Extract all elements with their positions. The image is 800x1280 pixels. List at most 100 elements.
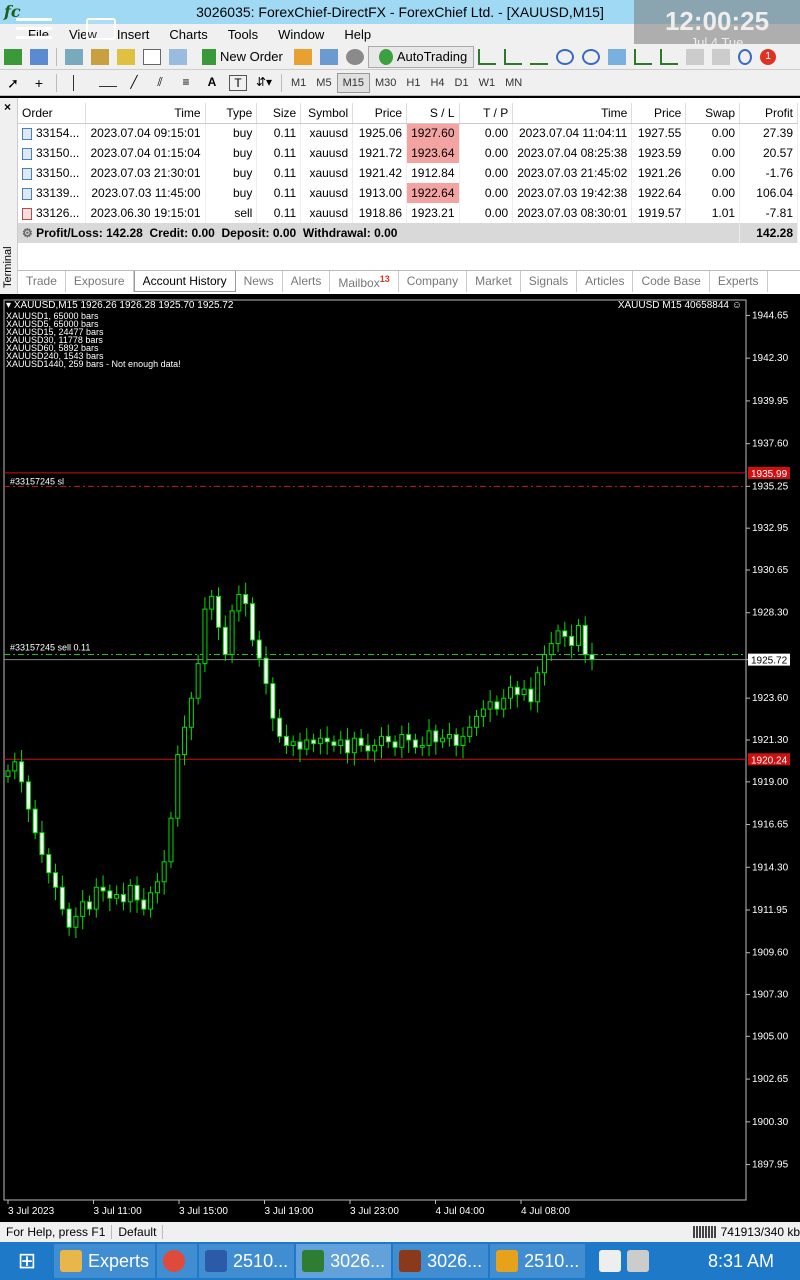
tab-articles[interactable]: Articles [577,271,634,292]
task-experts[interactable]: Experts [54,1244,156,1278]
tf-h1[interactable]: H1 [401,74,425,92]
candle [53,872,59,888]
order-id: 33150... [36,146,80,160]
chart-shift-icon[interactable] [634,48,653,65]
windows-start-icon[interactable]: ⊞ [0,1248,54,1274]
zoom-out-icon[interactable] [582,48,601,65]
tf-mn[interactable]: MN [500,74,527,92]
line-chart-icon[interactable] [530,49,549,65]
chart-info: ▾ XAUUSD,M15 1926.26 1926.28 1925.70 192… [6,300,233,369]
tab-trade[interactable]: Trade [18,271,66,292]
bar-chart-icon[interactable] [478,48,497,65]
new-order-button[interactable]: New Order [191,46,290,68]
menu-tools[interactable]: Tools [218,27,268,42]
tf-m5[interactable]: M5 [311,74,336,92]
col-size[interactable]: Size [256,103,302,124]
tab-news[interactable]: News [236,271,283,292]
tab-exposure[interactable]: Exposure [66,271,134,292]
y-tick-label: 1937.60 [752,439,789,450]
tab-alerts[interactable]: Alerts [283,271,331,292]
col-tp[interactable]: T / P [459,103,514,124]
indicators-icon[interactable] [686,48,705,65]
table-row[interactable]: 33150... 2023.07.04 01:15:04 buy 0.11 xauusd… [18,143,798,163]
keyboard-icon[interactable] [86,18,116,40]
cell-symbol: xauusd [300,143,354,163]
new-chart-icon[interactable] [4,48,22,65]
metaeditor-icon[interactable] [293,48,312,65]
tab-code-base[interactable]: Code Base [633,271,710,292]
arrows-dropdown-icon[interactable]: ⇵▾ [255,75,273,91]
close-icon[interactable]: × [4,100,11,114]
col-swap[interactable]: Swap [685,103,741,124]
tf-m30[interactable]: M30 [370,74,401,92]
cursor-arrow-icon[interactable]: ➚ [4,75,22,91]
col-close-price[interactable]: Price [631,103,687,124]
menu-help[interactable]: Help [334,27,381,42]
search-icon[interactable] [738,48,753,65]
terminal-icon[interactable] [143,48,161,65]
tile-windows-icon[interactable] [608,48,627,65]
tab-market[interactable]: Market [467,271,521,292]
autoscroll-icon[interactable] [660,48,679,65]
chart-canvas[interactable]: 1944.65 1942.30 1939.95 1937.60 1935.25 1932.… [0,296,800,1220]
trendline-icon[interactable]: ╱ [125,75,143,91]
table-row[interactable]: 33154... 2023.07.04 09:15:01 buy 0.11 xauusd… [18,123,798,143]
price-chart[interactable]: 1944.65 1942.30 1939.95 1937.60 1935.25 1932.… [0,296,800,1220]
hamburger-menu-icon[interactable] [16,18,52,45]
tf-m1[interactable]: M1 [286,74,311,92]
col-order[interactable]: Order [18,103,87,124]
col-sl[interactable]: S / L [406,103,460,124]
tab-account-history[interactable]: Account History [133,271,236,292]
cell-profit: -1.76 [739,163,798,183]
favorites-icon[interactable] [117,48,135,65]
market-watch-icon[interactable] [65,48,83,65]
tab-company[interactable]: Company [399,271,468,292]
table-row[interactable]: 33150... 2023.07.03 21:30:01 buy 0.11 xauusd… [18,163,798,183]
horizontal-line-icon[interactable] [99,79,117,87]
task-app-2510b[interactable]: 2510... [490,1244,586,1278]
crosshair-icon[interactable]: + [30,75,48,91]
task-chrome[interactable] [157,1244,198,1278]
menu-window[interactable]: Window [268,27,334,42]
col-type[interactable]: Type [205,103,258,124]
col-profit[interactable]: Profit [739,103,798,124]
tf-m15[interactable]: M15 [336,72,370,93]
table-row[interactable]: 33139... 2023.07.03 11:45:00 buy 0.11 xauusd… [18,183,798,203]
channel-icon[interactable]: ⫽ [151,75,169,91]
zoom-in-icon[interactable] [556,48,575,65]
col-symbol[interactable]: Symbol [300,103,354,124]
cell-order: 33126... [18,203,87,223]
mt4-icon [399,1250,422,1272]
tab-experts[interactable]: Experts [710,271,768,292]
task-mt4[interactable]: 3026... [393,1244,489,1278]
col-price[interactable]: Price [352,103,408,124]
experts-icon[interactable] [319,48,338,65]
periods-icon[interactable] [712,48,731,65]
tf-d1[interactable]: D1 [450,74,474,92]
alert-badge-icon[interactable]: 1 [760,48,777,65]
separator [56,73,57,92]
globe-icon[interactable] [345,48,364,65]
col-time[interactable]: Time [85,103,206,124]
navigator-icon[interactable] [91,48,109,65]
col-close-time[interactable]: Time [512,103,633,124]
fibonacci-icon[interactable]: ≡ [177,75,195,91]
network-icon[interactable] [627,1250,650,1272]
tab-mailbox[interactable]: Mailbox13 [330,271,399,292]
profiles-icon[interactable] [30,48,48,65]
vertical-line-icon[interactable] [73,74,91,91]
task-forexchief[interactable]: 3026... [296,1244,392,1278]
table-row[interactable]: 33126... 2023.06.30 19:15:01 sell 0.11 xauus… [18,203,798,223]
task-app-2510a[interactable]: 2510... [199,1244,295,1278]
menu-charts[interactable]: Charts [159,27,217,42]
autotrading-button[interactable]: AutoTrading [367,45,475,68]
tf-w1[interactable]: W1 [474,74,501,92]
text-tool-icon[interactable]: A [203,75,221,91]
tf-h4[interactable]: H4 [425,74,449,92]
candlestick-icon[interactable] [504,48,523,65]
strategy-tester-icon[interactable] [169,48,187,65]
text-label-icon[interactable]: T [229,74,247,91]
tab-signals[interactable]: Signals [521,271,578,292]
summary-gear-icon: ⚙ [22,226,37,240]
tray-icon[interactable] [599,1250,622,1272]
